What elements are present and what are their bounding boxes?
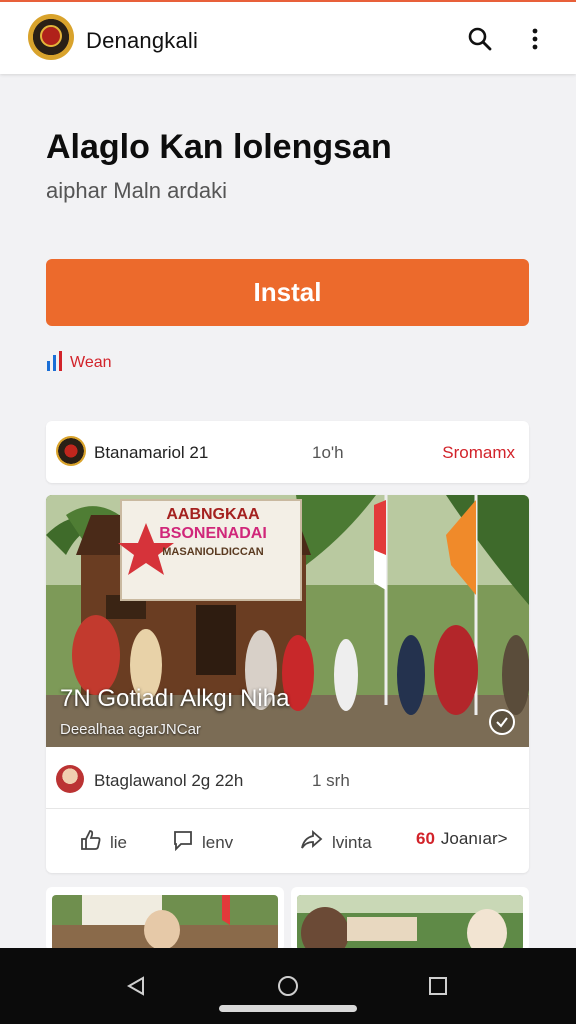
banner-line: AABNGKAA (166, 506, 260, 523)
home-gesture-pill[interactable] (219, 1005, 357, 1012)
check-circle-icon[interactable] (489, 709, 515, 735)
author-link[interactable]: Sromamx (442, 443, 515, 463)
image-subcaption: Deealhaa agarJNCar (60, 721, 201, 738)
more-comments-link[interactable]: 60 Joanıar> (416, 829, 508, 849)
post-image[interactable]: AABNGKAA BSONENADAI MASANIOLDICCAN 7N Go… (46, 495, 529, 747)
share-icon (300, 829, 332, 856)
stat-label: Wean (70, 354, 112, 371)
comment-count: 60 (416, 829, 435, 848)
author-name: Btanamariol 21 (94, 443, 209, 462)
post-meta: Btaglawanol 2g 22h 1 srh (46, 747, 529, 809)
page-subtitle: aiphar Maln ardaki (46, 178, 227, 203)
action-bar: lie lenv lvinta 60 Joanıar> (46, 811, 529, 873)
system-nav-bar (0, 948, 576, 1024)
like-label: lie (110, 832, 128, 852)
thumbnail-image (297, 895, 523, 951)
like-button[interactable]: lie (80, 829, 127, 856)
thumbnail-card[interactable] (46, 887, 284, 951)
comment-button[interactable]: lenv (172, 829, 233, 856)
search-icon[interactable] (466, 24, 494, 54)
thumbs-up-icon (80, 829, 110, 856)
comment-icon (172, 829, 202, 856)
app-title: Denangkali (86, 28, 199, 53)
share-label: lvinta (332, 832, 372, 852)
image-caption: 7N Gotiadı Alkgı Niha (60, 685, 290, 712)
stat-row: Wean (46, 348, 112, 378)
thumbnail-image (52, 895, 278, 951)
home-icon[interactable] (268, 966, 308, 1006)
post-time: 1o'h (312, 443, 344, 462)
thumbnail-card[interactable] (291, 887, 529, 951)
app-logo (28, 14, 74, 60)
back-icon[interactable] (116, 966, 156, 1006)
post-card[interactable]: AABNGKAA BSONENADAI MASANIOLDICCAN 7N Go… (46, 495, 529, 873)
comment-label: lenv (202, 832, 234, 852)
author-card[interactable]: Btanamariol 21 1o'h Sromamx (46, 421, 529, 483)
more-label: Joanıar> (440, 829, 508, 848)
meta-name: Btaglawanol 2g 22h (94, 771, 244, 790)
avatar (56, 436, 86, 466)
bar-chart-icon (46, 350, 66, 377)
avatar (56, 765, 84, 793)
app-bar: Denangkali (0, 0, 576, 74)
banner-line: BSONENADAI (159, 525, 267, 542)
banner-line: MASANIOLDICCAN (162, 546, 264, 558)
share-button[interactable]: lvinta (300, 829, 372, 856)
banner-text: AABNGKAA BSONENADAI MASANIOLDICCAN (128, 505, 298, 562)
more-vert-icon[interactable] (521, 24, 549, 54)
meta-time: 1 srh (312, 771, 350, 790)
install-button[interactable]: Instal (46, 259, 529, 326)
page-title: Alaglo Kan lolengsan (46, 128, 392, 166)
recents-icon[interactable] (418, 966, 458, 1006)
